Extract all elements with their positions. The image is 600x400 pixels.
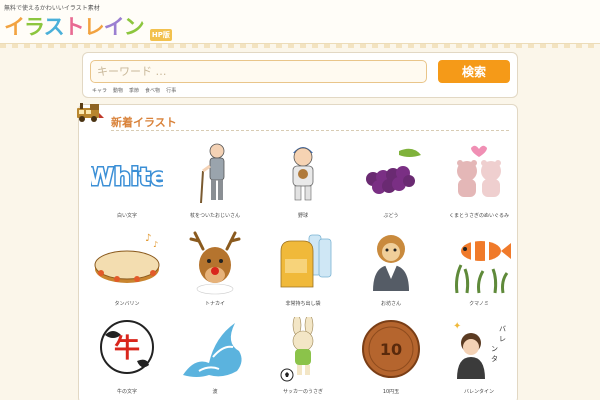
illustration-caption: 杖をついたおじいさん	[189, 213, 240, 219]
plush-bears-icon	[457, 145, 501, 197]
site-header: 無料で使えるかわいいイラスト素材 イラストレイン HP版	[0, 0, 600, 44]
logo-badge: HP版	[149, 29, 172, 41]
illustration-caption: タンバリン	[114, 301, 140, 307]
illustration-item[interactable]: 野球	[259, 141, 347, 225]
logo-char: ト	[63, 15, 85, 39]
keyword-link[interactable]: キャラ	[92, 87, 107, 94]
logo-char: イ	[103, 15, 125, 39]
emergency-bag-icon	[280, 234, 332, 288]
illustration-caption: くまとうさぎのぬいぐるみ	[449, 213, 509, 219]
illustration-item[interactable]: ぶどう	[347, 141, 435, 225]
header-border	[0, 44, 600, 48]
svg-text:✦: ✦	[453, 321, 461, 332]
keyword-link[interactable]: 動物	[113, 87, 123, 94]
illustration-caption: ぶどう	[383, 213, 399, 219]
keyword-link[interactable]: 食べ物	[145, 87, 160, 94]
logo-char: レ	[83, 15, 105, 39]
logo-char: ラ	[24, 15, 45, 39]
svg-text:10: 10	[380, 340, 402, 359]
illustration-caption: 波	[212, 389, 218, 395]
illustration-item[interactable]: White 白い文字	[83, 141, 171, 225]
illustration-caption: 牛の文字	[116, 389, 137, 395]
section-title: 新着イラスト	[111, 116, 177, 129]
svg-text:タ: タ	[491, 354, 498, 363]
wave-icon	[183, 323, 242, 377]
rabbit-soccer-icon	[280, 317, 314, 382]
illustration-caption: お坊さん	[380, 301, 401, 307]
search-input[interactable]	[90, 60, 427, 83]
svg-text:White: White	[91, 163, 163, 191]
cow-kanji-icon: 牛	[100, 320, 154, 374]
section-divider	[111, 130, 509, 131]
illustration-grid: White 白い文字 杖をついたおじいさん 野球 ぶどう くまとうさぎのぬいぐる…	[83, 141, 515, 400]
white-text-icon: White	[91, 162, 163, 193]
logo-char: イ	[4, 15, 25, 39]
logo-char: ン	[123, 15, 145, 39]
search-panel: 検索 キャラ 動物 季節 食べ物 行事	[82, 52, 518, 98]
monkey-kimono-icon	[373, 235, 409, 291]
svg-text:牛: 牛	[114, 334, 140, 364]
illustration-item[interactable]: ♪ ♪ タンバリン	[83, 229, 171, 313]
illustration-caption: サッカーのうさぎ	[282, 389, 323, 395]
illustration-caption: トナカイ	[204, 301, 225, 307]
illustration-item[interactable]: トナカイ	[171, 229, 259, 313]
site-logo[interactable]: イラストレイン HP版	[4, 11, 172, 41]
svg-text:バ: バ	[499, 325, 506, 333]
illustration-item[interactable]: クマノミ	[435, 229, 523, 313]
svg-text:レ: レ	[499, 335, 506, 343]
keyword-link[interactable]: 季節	[129, 87, 139, 94]
illustration-item[interactable]: 波	[171, 317, 259, 400]
valentine-boy-icon: バ レ ン タ ✦	[453, 321, 506, 379]
illustration-item[interactable]: 杖をついたおじいさん	[171, 141, 259, 225]
baseball-boy-icon	[292, 147, 314, 201]
svg-text:♪: ♪	[153, 240, 158, 249]
clownfish-icon	[455, 241, 511, 294]
illustration-item[interactable]: サッカーのうさぎ	[259, 317, 347, 400]
grapes-icon	[366, 148, 421, 194]
illustration-caption: クマノミ	[469, 301, 489, 307]
logo-char: ス	[43, 15, 65, 39]
illustration-item[interactable]: バ レ ン タ ✦ バレンタイン	[435, 317, 523, 400]
illustration-caption: バレンタイン	[463, 389, 494, 395]
illustration-caption: 白い文字	[116, 213, 137, 219]
svg-text:♪: ♪	[145, 233, 151, 244]
train-icon	[77, 103, 104, 122]
new-illustrations-panel: 新着イラスト White 白い文字 杖をついたおじいさん 野球 ぶどう くまとう…	[77, 103, 518, 400]
keyword-links: キャラ 動物 季節 食べ物 行事	[92, 87, 176, 94]
old-man-icon	[200, 143, 225, 204]
svg-text:ン: ン	[491, 345, 498, 353]
illustration-item[interactable]: 非常持ち出し袋	[259, 229, 347, 313]
keyword-link[interactable]: 行事	[166, 87, 176, 94]
tambourine-icon: ♪ ♪	[94, 233, 160, 283]
illustration-item[interactable]: お坊さん	[347, 229, 435, 313]
illustration-item[interactable]: 牛 牛の文字	[83, 317, 171, 400]
illustration-item[interactable]: 10 10円玉	[347, 317, 435, 400]
reindeer-icon	[189, 231, 241, 295]
illustration-item[interactable]: くまとうさぎのぬいぐるみ	[435, 141, 523, 225]
illustration-caption: 非常持ち出し袋	[285, 301, 321, 307]
search-button[interactable]: 検索	[438, 60, 510, 83]
illustration-caption: 10円玉	[382, 389, 400, 395]
coin-icon: 10	[362, 320, 420, 378]
illustration-caption: 野球	[297, 213, 308, 219]
